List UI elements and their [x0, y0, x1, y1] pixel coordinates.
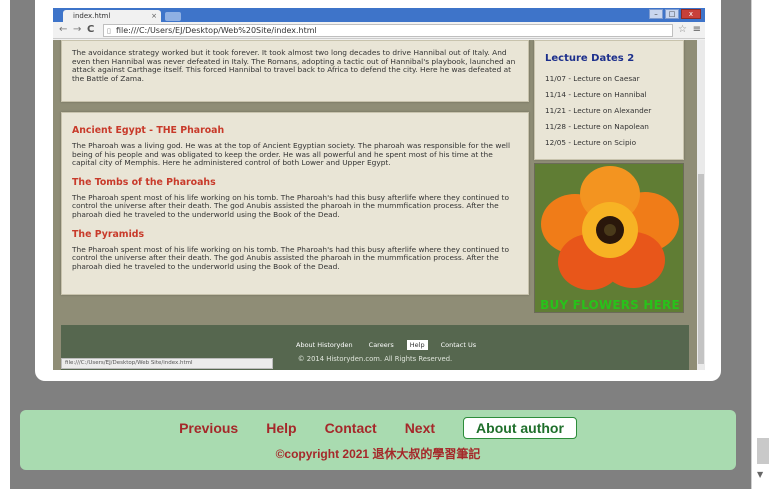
- lecture-item: 11/07 - Lecture on Caesar: [545, 74, 640, 83]
- section-heading-pharoah: Ancient Egypt - THE Pharoah: [72, 125, 225, 136]
- next-link[interactable]: Next: [405, 420, 435, 436]
- footer-link-contact[interactable]: Contact Us: [438, 340, 480, 350]
- contact-link[interactable]: Contact: [325, 420, 377, 436]
- url-input[interactable]: ▯ file:///C:/Users/EJ/Desktop/Web%20Site…: [103, 24, 673, 37]
- article-intro-panel: The avoidance strategy worked but it too…: [61, 40, 529, 102]
- section-text-pyramids: The Pharoah spent most of his life worki…: [72, 244, 509, 271]
- section-heading-pyramids: The Pyramids: [72, 228, 145, 240]
- section-heading-tombs: The Tombs of the Pharoahs: [72, 176, 216, 188]
- browser-tabstrip: index.html × – □ x: [53, 8, 705, 22]
- left-margin: [0, 0, 10, 489]
- forward-arrow-icon[interactable]: →: [73, 24, 81, 35]
- article-main-panel: Ancient Egypt - THE Pharoah The Pharoah …: [61, 112, 529, 295]
- footer-link-careers[interactable]: Careers: [366, 340, 397, 350]
- footer-link-help[interactable]: Help: [406, 340, 428, 350]
- browser-viewport: The avoidance strategy worked but it too…: [53, 40, 697, 370]
- scroll-down-arrow-icon[interactable]: ▼: [757, 470, 763, 479]
- browser-scrollbar[interactable]: [697, 40, 705, 370]
- page-nav-links: Previous Help Contact Next About author: [20, 417, 736, 439]
- lecture-item: 12/05 - Lecture on Scipio: [545, 138, 637, 147]
- page-scrollbar[interactable]: ▼: [751, 0, 773, 489]
- new-tab-button[interactable]: [165, 12, 181, 21]
- footer-links: About Historyden Careers Help Contact Us: [293, 340, 479, 350]
- flower-ad-banner[interactable]: BUY FLOWERS HERE: [534, 163, 684, 313]
- browser-status-bar: file:///C:/Users/EJ/Desktop/Web Site/ind…: [61, 358, 273, 369]
- browser-menu-icon[interactable]: ≡: [693, 24, 701, 35]
- help-link[interactable]: Help: [266, 420, 296, 436]
- section-text-tombs: The Pharoah spent most of his life worki…: [72, 192, 509, 219]
- maximize-icon[interactable]: □: [665, 9, 679, 19]
- lecture-dates-title: Lecture Dates 2: [545, 53, 635, 64]
- previous-link[interactable]: Previous: [179, 420, 238, 436]
- lecture-item: 11/28 - Lecture on Napolean: [545, 122, 649, 131]
- tab-close-icon[interactable]: ×: [151, 10, 157, 22]
- browser-scrollbar-thumb[interactable]: [698, 174, 704, 364]
- lecture-item: 11/14 - Lecture on Hannibal: [545, 90, 647, 99]
- back-arrow-icon[interactable]: ←: [59, 24, 67, 35]
- page-scrollbar-thumb[interactable]: [757, 438, 769, 464]
- file-page-icon: ▯: [107, 27, 111, 35]
- page-copyright: ©copyright 2021 退休大叔的學習筆記: [275, 447, 481, 461]
- browser-tab-title: index.html: [73, 12, 111, 20]
- browser-tab[interactable]: index.html ×: [63, 10, 161, 22]
- lecture-item: 11/21 - Lecture on Alexander: [545, 106, 652, 115]
- tulip-image: [535, 164, 683, 312]
- article-intro-text: The avoidance strategy worked but it too…: [72, 48, 516, 83]
- embedded-browser-screenshot: index.html × – □ x ← → C ▯ file:///C:/Us…: [53, 8, 705, 370]
- about-author-button[interactable]: About author: [463, 417, 577, 439]
- close-window-icon[interactable]: x: [681, 9, 701, 19]
- section-text-pharoah: The Pharoah was a living god. He was at …: [72, 141, 511, 168]
- window-controls: – □ x: [649, 9, 701, 19]
- minimize-icon[interactable]: –: [649, 9, 663, 19]
- bookmark-star-icon[interactable]: ☆: [678, 24, 687, 35]
- page-nav-bar: Previous Help Contact Next About author …: [20, 410, 736, 470]
- footer-link-about[interactable]: About Historyden: [293, 340, 356, 350]
- reload-icon[interactable]: C: [87, 24, 94, 35]
- buy-flowers-text: BUY FLOWERS HERE: [540, 298, 680, 312]
- address-bar: ← → C ▯ file:///C:/Users/EJ/Desktop/Web%…: [53, 22, 705, 39]
- url-text: file:///C:/Users/EJ/Desktop/Web%20Site/i…: [116, 26, 317, 35]
- lecture-dates-panel: Lecture Dates 2 11/07 - Lecture on Caesa…: [534, 40, 684, 160]
